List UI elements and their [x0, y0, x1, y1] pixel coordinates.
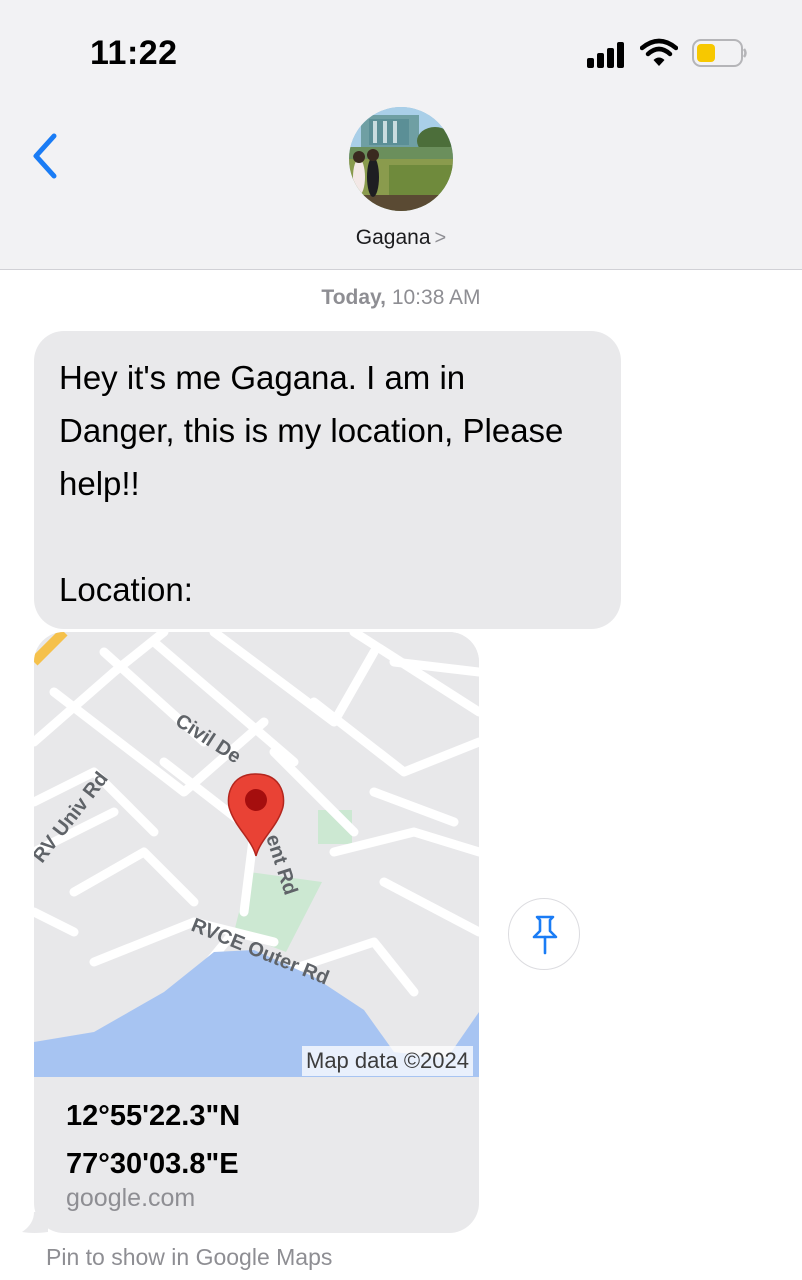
map-attribution: Map data ©2024 — [302, 1046, 473, 1076]
bubble-tail — [22, 1212, 48, 1233]
pin-button[interactable] — [508, 898, 580, 970]
preview-domain: google.com — [66, 1184, 196, 1212]
timestamp-day: Today, — [321, 286, 386, 309]
map-thumbnail: Civil De ent Rd RV Univ Rd RVCE Outer Rd — [34, 632, 479, 1077]
chevron-left-icon[interactable] — [26, 128, 66, 184]
coordinate-latitude: 12°55'22.3"N — [66, 1100, 241, 1132]
chevron-right-icon: > — [434, 227, 447, 249]
status-bar: 11:22 — [0, 0, 802, 100]
pushpin-icon — [532, 915, 558, 955]
signal-icon — [585, 40, 629, 68]
contact-name-label: Gagana — [355, 226, 431, 249]
contact-name[interactable]: Gagana > — [0, 226, 802, 250]
preview-title: 12°55'22.3"N 77°30'03.8"E — [66, 1092, 240, 1188]
pin-caption: Pin to show in Google Maps — [46, 1244, 333, 1270]
message-bubble[interactable]: Hey it's me Gagana. I am in Danger, this… — [34, 331, 621, 629]
navigation-header: 11:22 Gagana > — [0, 0, 802, 270]
timestamp-time: 10:38 AM — [391, 286, 481, 309]
status-time: 11:22 — [90, 34, 178, 72]
avatar[interactable] — [349, 107, 453, 211]
message-text: Hey it's me Gagana. I am in Danger, this… — [59, 359, 564, 608]
link-preview-card[interactable]: Civil De ent Rd RV Univ Rd RVCE Outer Rd… — [34, 632, 479, 1233]
message-timestamp: Today, 10:38 AM — [0, 286, 802, 310]
wifi-icon — [640, 38, 678, 66]
battery-icon — [692, 39, 747, 67]
coordinate-longitude: 77°30'03.8"E — [66, 1148, 239, 1180]
